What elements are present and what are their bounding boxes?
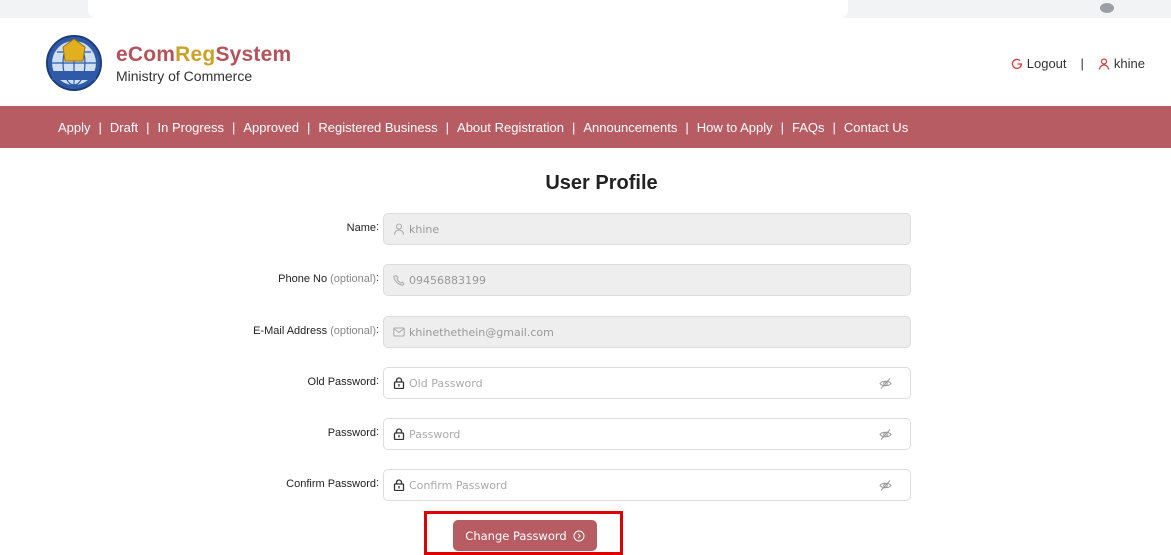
old-password-label: Old Password bbox=[308, 376, 376, 388]
confirm-password-label-text: Confirm Password bbox=[286, 478, 376, 490]
phone-row: Phone No (optional) : bbox=[0, 264, 1171, 296]
confirm-password-input[interactable] bbox=[409, 478, 849, 492]
brand-name-part1: eCom bbox=[116, 43, 176, 66]
eye-off-icon[interactable] bbox=[879, 428, 892, 441]
nav-separator: | bbox=[307, 119, 311, 135]
brand-name-part2: Reg bbox=[175, 43, 216, 66]
lock-icon bbox=[393, 377, 405, 389]
eye-off-icon[interactable] bbox=[879, 377, 892, 390]
email-field[interactable] bbox=[383, 316, 911, 348]
nav-item-contact-us[interactable]: Contact Us bbox=[844, 120, 908, 135]
phone-label-text: Phone No bbox=[278, 273, 328, 285]
user-icon bbox=[1098, 57, 1110, 70]
brand-name-part3: System bbox=[215, 43, 292, 66]
name-label-text: Name bbox=[346, 222, 376, 234]
nav-item-faqs[interactable]: FAQs bbox=[792, 120, 825, 135]
email-input[interactable] bbox=[409, 325, 849, 339]
nav-item-draft[interactable]: Draft bbox=[110, 120, 138, 135]
password-label: Password bbox=[328, 427, 376, 439]
password-input[interactable] bbox=[409, 427, 849, 441]
nav-item-approved[interactable]: Approved bbox=[243, 120, 299, 135]
old-password-row: Old Password : bbox=[0, 367, 1171, 399]
password-row: Password : bbox=[0, 418, 1171, 450]
page-title: User Profile bbox=[545, 172, 658, 194]
nav-item-about-registration[interactable]: About Registration bbox=[457, 120, 564, 135]
phone-field[interactable] bbox=[383, 264, 911, 296]
nav-item-in-progress[interactable]: In Progress bbox=[157, 120, 223, 135]
nav-item-apply[interactable]: Apply bbox=[58, 120, 91, 135]
phone-icon bbox=[393, 274, 405, 286]
name-label: Name bbox=[347, 222, 376, 234]
brand[interactable]: eComRegSystem Ministry of Commerce bbox=[116, 43, 291, 84]
change-password-label: Change Password bbox=[465, 528, 567, 543]
nav-separator: | bbox=[780, 119, 784, 135]
nav-separator: | bbox=[445, 119, 450, 135]
brand-subtitle: Ministry of Commerce bbox=[116, 68, 253, 84]
confirm-password-label: Confirm Password bbox=[286, 478, 376, 490]
email-label-text: E-Mail Address bbox=[253, 325, 328, 337]
name-colon: : bbox=[376, 221, 380, 233]
nav-item-announcements[interactable]: Announcements bbox=[583, 120, 677, 135]
browser-top-strip bbox=[0, 0, 1171, 18]
lock-icon bbox=[393, 479, 405, 491]
user-link[interactable]: khine bbox=[1098, 56, 1145, 71]
phone-input[interactable] bbox=[409, 273, 849, 287]
email-colon: : bbox=[376, 324, 380, 336]
confirm-password-row: Confirm Password : bbox=[0, 469, 1171, 501]
brand-name: eComRegSystem bbox=[116, 43, 291, 67]
eye-off-icon[interactable] bbox=[879, 479, 892, 492]
user-icon bbox=[393, 223, 405, 235]
logout-label: Logout bbox=[1026, 56, 1067, 71]
old-password-colon: : bbox=[376, 375, 380, 387]
old-password-field[interactable] bbox=[383, 367, 911, 399]
nav-separator: | bbox=[146, 119, 150, 135]
password-colon: : bbox=[376, 426, 380, 438]
phone-colon: : bbox=[376, 272, 380, 284]
phone-label: Phone No (optional) bbox=[278, 273, 376, 285]
arrow-right-circle-icon bbox=[573, 530, 585, 541]
nav-separator: | bbox=[98, 119, 102, 135]
password-field[interactable] bbox=[383, 418, 911, 450]
mail-icon bbox=[393, 327, 405, 337]
change-password-button[interactable]: Change Password bbox=[453, 520, 597, 551]
lock-icon bbox=[393, 428, 405, 440]
user-label: khine bbox=[1113, 56, 1145, 71]
header-separator: | bbox=[1080, 56, 1084, 71]
logout-icon bbox=[1011, 58, 1022, 69]
name-input[interactable] bbox=[409, 222, 849, 236]
nav-separator: | bbox=[832, 119, 836, 135]
email-row: E-Mail Address (optional) : bbox=[0, 316, 1171, 348]
old-password-label-text: Old Password bbox=[307, 376, 376, 388]
nav-separator: | bbox=[231, 119, 236, 135]
nav-separator: | bbox=[571, 119, 576, 135]
email-label: E-Mail Address (optional) bbox=[253, 325, 376, 337]
name-row: Name : bbox=[0, 213, 1171, 245]
ministry-logo[interactable] bbox=[45, 33, 103, 93]
browser-tab-area bbox=[88, 0, 848, 18]
nav-item-registered-business[interactable]: Registered Business bbox=[318, 120, 437, 135]
old-password-input[interactable] bbox=[409, 376, 849, 390]
email-optional-text: (optional) bbox=[330, 325, 376, 337]
nav-separator: | bbox=[685, 119, 689, 135]
confirm-password-field[interactable] bbox=[383, 469, 911, 501]
password-label-text: Password bbox=[327, 427, 376, 439]
main-nav: Apply | Draft | In Progress | Approved | Reg… bbox=[0, 106, 1171, 148]
logout-link[interactable]: Logout bbox=[1011, 56, 1067, 71]
nav-item-how-to-apply[interactable]: How to Apply bbox=[697, 120, 773, 135]
user-links: Logout | khine bbox=[1011, 56, 1145, 71]
phone-optional-text: (optional) bbox=[330, 273, 376, 285]
confirm-password-colon: : bbox=[376, 477, 380, 489]
name-field[interactable] bbox=[383, 213, 911, 245]
browser-avatar-icon[interactable] bbox=[1100, 3, 1114, 13]
site-header: eComRegSystem Ministry of Commerce Logou… bbox=[0, 18, 1171, 106]
